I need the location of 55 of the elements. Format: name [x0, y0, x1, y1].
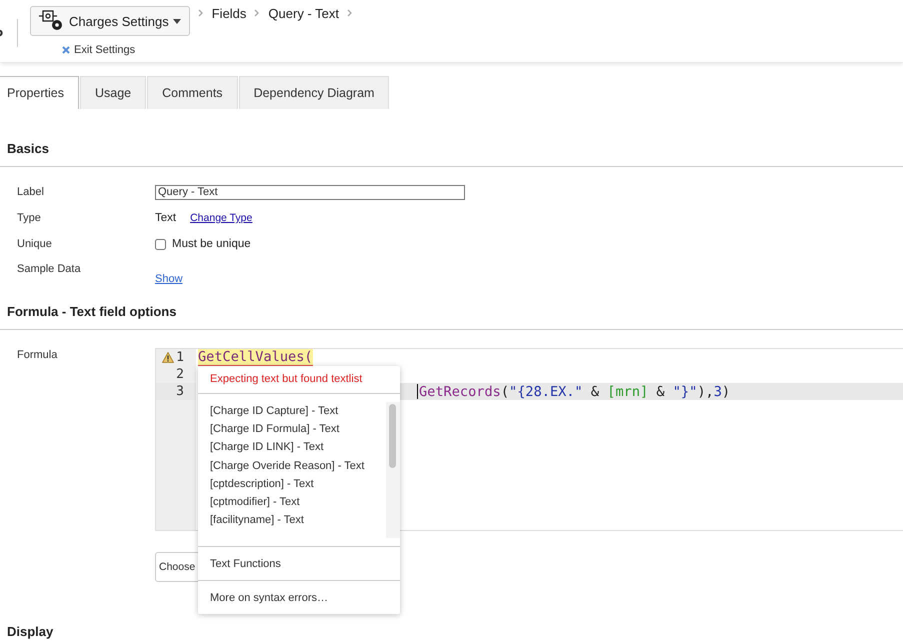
- checkbox-label: Must be unique: [172, 238, 251, 250]
- field-suggestion[interactable]: [cptmodifier] - Text: [210, 492, 386, 512]
- code-text: &: [655, 384, 666, 400]
- scrollbar-thumb[interactable]: [389, 404, 396, 468]
- field-suggestion[interactable]: [Charge ID LINK] - Text: [210, 438, 386, 457]
- tab[interactable]: Dependency Diagram: [238, 76, 390, 109]
- scrollbar[interactable]: [386, 402, 400, 538]
- chevron-icon: [346, 9, 353, 17]
- breadcrumb-link[interactable]: Query - Text: [268, 6, 339, 20]
- close-icon: [62, 46, 70, 54]
- field-label: Unique: [17, 238, 53, 250]
- code-text: &: [590, 384, 600, 400]
- field-suggestion[interactable]: [Charge ID Formula] - Text: [210, 420, 386, 438]
- code-string: "{28.EX.": [509, 384, 583, 400]
- breadcrumb-link[interactable]: Fields: [212, 6, 246, 20]
- field-label: Type: [17, 212, 42, 224]
- section-heading: Basics: [6, 141, 50, 158]
- error-message: Expecting text but found textlist: [209, 372, 364, 387]
- caret-icon: [172, 18, 181, 24]
- chevron-icon: [254, 9, 260, 17]
- code-error-token: GetCellValues(: [198, 349, 313, 366]
- chevron-icon: [198, 9, 204, 17]
- field-suggestion[interactable]: [cptdescription] - Text: [210, 474, 386, 493]
- text-functions-item[interactable]: Text Functions: [198, 547, 400, 580]
- show-link[interactable]: Show: [155, 273, 183, 285]
- code-text: ),: [697, 384, 714, 400]
- warning-icon: [162, 352, 174, 363]
- label-input[interactable]: Query - Text: [155, 184, 465, 200]
- field-suggestion[interactable]: [Charge Overide Reason] - Text: [210, 456, 386, 475]
- syntax-help-link[interactable]: More on syntax errors…: [198, 581, 400, 614]
- settings-gear-icon: [39, 9, 65, 33]
- exit-settings-link[interactable]: Exit Settings: [74, 44, 136, 56]
- field-label: Sample Data: [17, 263, 82, 275]
- field-suggestion[interactable]: [Charge ID Capture] - Text: [210, 402, 386, 420]
- code-number: 3: [714, 384, 722, 400]
- code-string: "}": [672, 384, 698, 400]
- tab[interactable]: Properties: [0, 76, 79, 109]
- settings-dropdown-button[interactable]: Charges Settings: [30, 6, 190, 36]
- unique-checkbox[interactable]: [155, 238, 166, 250]
- line-number: 2: [176, 367, 184, 382]
- field-label: Formula: [17, 349, 58, 363]
- tab[interactable]: Usage: [80, 76, 146, 109]
- section-heading: Display: [6, 624, 54, 641]
- tab[interactable]: Comments: [147, 76, 238, 109]
- line-number: 1: [176, 350, 184, 365]
- field-label: Label: [17, 186, 45, 198]
- line-number: 3: [176, 384, 184, 399]
- code-function: GetRecords: [419, 384, 501, 400]
- code-text: ): [722, 384, 730, 400]
- field-suggestion[interactable]: [facilityname] - Text: [210, 511, 386, 530]
- code-field: [mrn]: [607, 384, 648, 400]
- change-type-link[interactable]: Change Type: [190, 212, 252, 224]
- section-heading: Formula - Text field options: [6, 304, 178, 321]
- code-text: (: [500, 384, 510, 400]
- type-value: Text: [155, 212, 176, 224]
